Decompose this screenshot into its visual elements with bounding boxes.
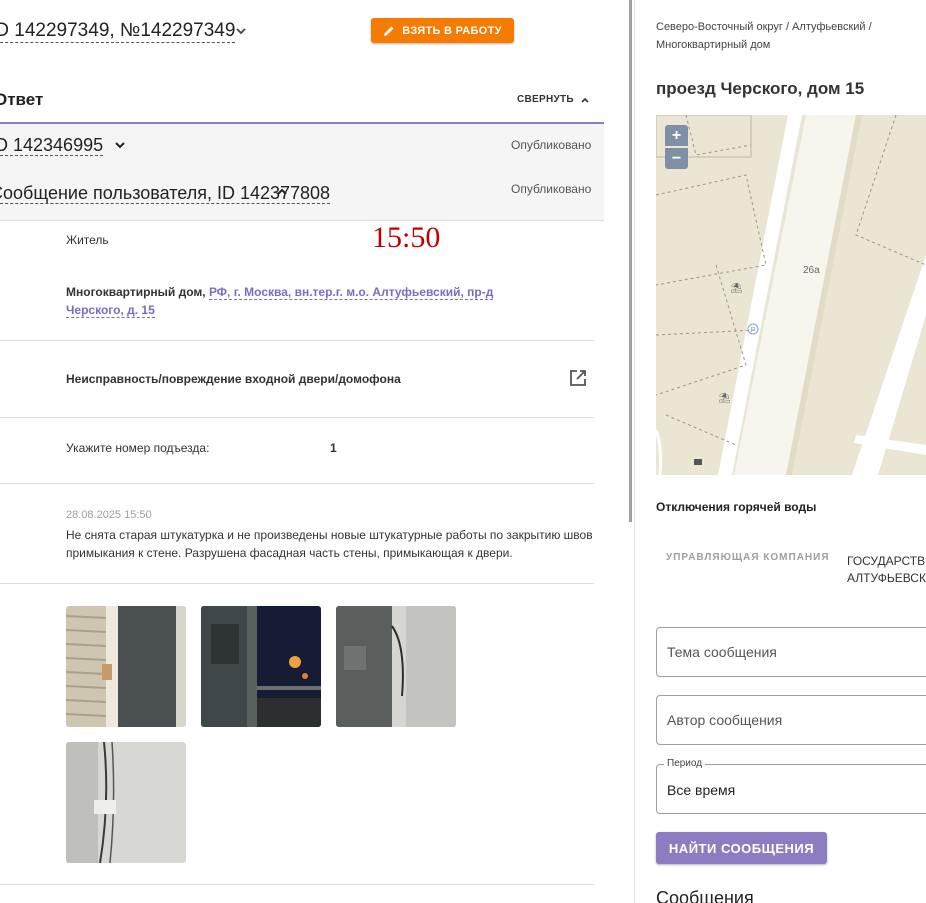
request-title[interactable]: ID 142297349, №142297349 (0, 20, 236, 43)
problem-type: Неисправность/повреждение входной двери/… (66, 372, 401, 386)
collapse-label: СВЕРНУТЬ (517, 94, 574, 105)
response-id-link[interactable]: ID 142346995 (0, 135, 104, 156)
divider (0, 583, 594, 584)
address-block: Многоквартирный дом, РФ, г. Москва, вн.т… (66, 283, 506, 319)
collapse-button[interactable]: СВЕРНУТЬ (517, 94, 590, 105)
period-value: Все время (667, 782, 736, 798)
photo-thumbnail[interactable] (201, 606, 321, 727)
object-type: Многоквартирный дом, (66, 285, 209, 299)
comment-date: 28.08.2025 15:50 (66, 509, 152, 521)
comment-text: Не снята старая штукатурка и не произвед… (66, 528, 593, 560)
photo-thumbnail[interactable] (336, 606, 456, 727)
divider (0, 483, 594, 484)
panel-divider (634, 0, 635, 903)
svg-text:⛱: ⛱ (718, 392, 731, 404)
period-select[interactable]: Период Все время (656, 758, 926, 814)
user-message-status: Опубликовано (511, 182, 592, 196)
hot-water-outages-link[interactable]: Отключения горячей воды (656, 500, 816, 514)
divider (0, 340, 594, 341)
time-stamp: 15:50 (372, 221, 441, 254)
zoom-out-button[interactable]: − (665, 148, 688, 169)
svg-text:⛱: ⛱ (730, 282, 743, 294)
photo-thumbnail[interactable] (66, 742, 186, 863)
topic-input[interactable] (657, 628, 926, 676)
map[interactable]: ⛱ ⛱ P 26а + − (656, 115, 926, 475)
topic-field[interactable] (656, 627, 926, 677)
pencil-icon (384, 26, 394, 36)
object-info-panel: Северо-Восточный округ / Алтуфьевский / … (656, 0, 926, 903)
breadcrumb[interactable]: Северо-Восточный округ / Алтуфьевский / … (656, 18, 926, 54)
entrance-label: Укажите номер подъезда: (66, 441, 210, 455)
scrollbar[interactable] (629, 0, 632, 522)
management-company-line: ГОСУДАРСТВЕННОЕ (847, 554, 926, 568)
entrance-value: 1 (330, 441, 337, 455)
find-messages-button[interactable]: НАЙТИ СООБЩЕНИЯ (656, 832, 827, 864)
take-to-work-label: ВЗЯТЬ В РАБОТУ (402, 24, 502, 37)
author-input[interactable] (657, 696, 926, 744)
chevron-down-icon[interactable] (113, 138, 127, 152)
answer-heading: Ответ (0, 90, 44, 109)
chevron-up-icon[interactable] (275, 185, 289, 199)
chevron-up-icon (581, 97, 589, 103)
management-company-line: АЛТУФЬЕВСКИЙ (847, 571, 926, 585)
take-to-work-button[interactable]: ВЗЯТЬ В РАБОТУ (371, 18, 514, 43)
author-role: Житель (66, 233, 109, 247)
author-field[interactable] (656, 695, 926, 745)
messages-heading: Сообщения (656, 888, 754, 903)
management-company-label: УПРАВЛЯЮЩАЯ КОМПАНИЯ (666, 552, 830, 563)
chevron-down-icon[interactable] (234, 24, 248, 38)
svg-text:P: P (751, 327, 756, 334)
period-label: Период (664, 758, 706, 769)
request-panel: ID 142297349, №142297349 ВЗЯТЬ В РАБОТУ … (0, 0, 630, 903)
divider (0, 884, 594, 885)
response-status: Опубликовано (511, 138, 592, 152)
zoom-in-button[interactable]: + (665, 125, 688, 146)
management-company-value: ГОСУДАРСТВЕННОЕ АЛТУФЬЕВСКИЙ (847, 553, 926, 587)
object-title: проезд Черского, дом 15 (656, 79, 865, 98)
building-label: 26а (803, 265, 820, 276)
open-external-icon[interactable] (569, 369, 587, 387)
photo-thumbnail[interactable] (66, 606, 186, 727)
divider (0, 417, 594, 418)
